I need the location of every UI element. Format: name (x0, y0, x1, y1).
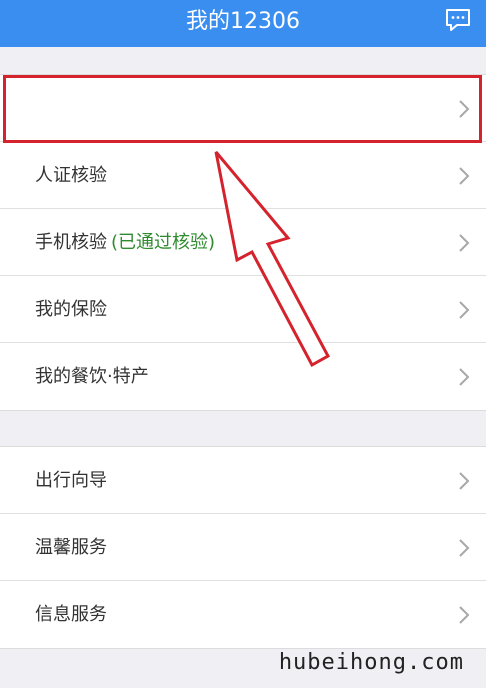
pointer-arrow-icon (214, 151, 331, 368)
watermark-text: hubeihong.com (278, 650, 464, 675)
